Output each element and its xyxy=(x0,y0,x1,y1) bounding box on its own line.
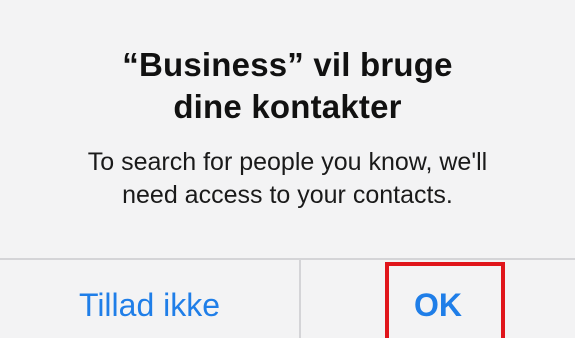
alert-title-line-1: “Business” vil bruge xyxy=(122,46,453,83)
button-row-divider xyxy=(0,258,575,260)
alert-message-line-2: need access to your contacts. xyxy=(122,181,453,209)
alert-title-line-2: dine kontakter xyxy=(173,88,402,125)
alert-message: To search for people you know, we'll nee… xyxy=(0,146,575,212)
alert-title: “Business” vil bruge dine kontakter xyxy=(0,44,575,128)
dont-allow-button[interactable]: Tillad ikke xyxy=(0,266,299,344)
alert-message-line-1: To search for people you know, we'll xyxy=(87,148,488,176)
ok-button[interactable]: OK xyxy=(301,266,575,344)
permission-alert: “Business” vil bruge dine kontakter To s… xyxy=(0,0,575,338)
